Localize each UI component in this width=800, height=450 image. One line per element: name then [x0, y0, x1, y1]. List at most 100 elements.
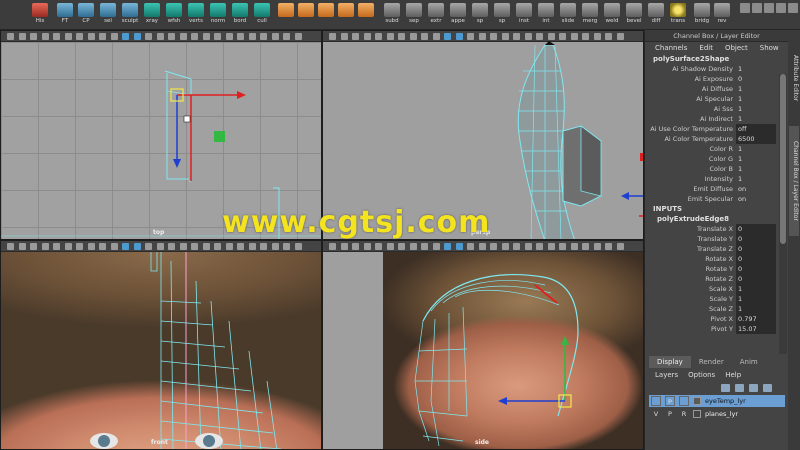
layer-toggle-r[interactable]: R: [679, 409, 689, 419]
layer-menu-help[interactable]: Help: [725, 368, 741, 382]
layer-down-icon[interactable]: [735, 384, 744, 392]
attribute-name[interactable]: Ai Use Color Temperature: [645, 124, 736, 134]
menu-show[interactable]: Show: [760, 42, 779, 54]
attribute-name[interactable]: Ai Shadow Density: [645, 64, 736, 74]
attribute-value[interactable]: 1: [736, 174, 776, 184]
attribute-name[interactable]: Ai Exposure: [645, 74, 736, 84]
layer-menu-options[interactable]: Options: [688, 368, 715, 382]
shelf-button-9[interactable]: bord: [230, 2, 250, 28]
attribute-value[interactable]: 0: [736, 264, 776, 274]
shelf-button-6[interactable]: wfsh: [164, 2, 184, 28]
attribute-value[interactable]: 0: [736, 74, 776, 84]
attribute-name[interactable]: Rotate X: [645, 254, 736, 264]
layer-name[interactable]: eyeTemp_lyr: [705, 395, 746, 407]
shelf-button-4[interactable]: sculpt: [120, 2, 140, 28]
object-name[interactable]: polySurface2Shape: [645, 54, 788, 64]
shelf-button-11[interactable]: [276, 2, 296, 28]
shelf-small-icon[interactable]: [752, 3, 762, 13]
attribute-value[interactable]: 1: [736, 104, 776, 114]
attribute-value[interactable]: 1: [736, 94, 776, 104]
shelf-button-7[interactable]: verts: [186, 2, 206, 28]
attribute-name[interactable]: Scale Z: [645, 304, 736, 314]
shelf-button-13[interactable]: [316, 2, 336, 28]
attribute-name[interactable]: Color R: [645, 144, 736, 154]
shelf-button-14[interactable]: [336, 2, 356, 28]
attribute-value[interactable]: 0: [736, 254, 776, 264]
shelf-button-25[interactable]: merg: [580, 2, 600, 28]
shelf-button-29[interactable]: trans: [668, 2, 688, 28]
shelf-button-16[interactable]: subd: [382, 2, 402, 28]
shelf-button-28[interactable]: diff: [646, 2, 666, 28]
layer-name[interactable]: planes_lyr: [705, 408, 738, 420]
shelf-button-26[interactable]: weld: [602, 2, 622, 28]
attribute-value[interactable]: 6500: [736, 134, 776, 144]
shelf-button-24[interactable]: slide: [558, 2, 578, 28]
attribute-value[interactable]: 1: [736, 154, 776, 164]
layer-toggle-p[interactable]: P: [665, 396, 675, 406]
shelf-small-icon[interactable]: [764, 3, 774, 13]
tab-attribute-editor[interactable]: Attribute Editor: [789, 38, 799, 118]
shelf-button-17[interactable]: sep: [404, 2, 424, 28]
shelf-button-0[interactable]: His: [30, 2, 50, 28]
shelf-button-31[interactable]: rev: [712, 2, 732, 28]
attribute-name[interactable]: Ai Sss: [645, 104, 736, 114]
layer-toggle-v[interactable]: V: [651, 409, 661, 419]
attribute-name[interactable]: Pivot X: [645, 314, 736, 324]
viewport-front[interactable]: front: [0, 240, 322, 450]
attribute-name[interactable]: Emit Specular: [645, 194, 736, 204]
shelf-button-2[interactable]: CP: [76, 2, 96, 28]
attribute-value[interactable]: 0.797: [736, 314, 776, 324]
attribute-value[interactable]: on: [736, 194, 776, 204]
shelf-button-3[interactable]: sel: [98, 2, 118, 28]
attribute-value[interactable]: 0: [736, 244, 776, 254]
shelf-button-30[interactable]: bridg: [692, 2, 712, 28]
layer-row[interactable]: PeyeTemp_lyr: [649, 395, 785, 407]
attribute-value[interactable]: 0: [736, 274, 776, 284]
attribute-value[interactable]: 1: [736, 164, 776, 174]
tab-anim[interactable]: Anim: [732, 356, 766, 368]
new-layer-icon[interactable]: [749, 384, 758, 392]
attribute-value[interactable]: 1: [736, 294, 776, 304]
shelf-button-27[interactable]: bevel: [624, 2, 644, 28]
attribute-name[interactable]: Translate Z: [645, 244, 736, 254]
attribute-name[interactable]: Ai Specular: [645, 94, 736, 104]
menu-object[interactable]: Object: [725, 42, 748, 54]
attribute-value[interactable]: 1: [736, 284, 776, 294]
menu-edit[interactable]: Edit: [699, 42, 713, 54]
shelf-button-23[interactable]: int: [536, 2, 556, 28]
shelf-button-8[interactable]: norm: [208, 2, 228, 28]
tab-display[interactable]: Display: [649, 356, 691, 368]
attribute-name[interactable]: Rotate Y: [645, 264, 736, 274]
shelf-button-1[interactable]: FT: [55, 2, 75, 28]
attribute-value[interactable]: on: [736, 184, 776, 194]
attribute-name[interactable]: Pivot Y: [645, 324, 736, 334]
layer-toggle-v[interactable]: [651, 396, 661, 406]
new-layer-selected-icon[interactable]: [763, 384, 772, 392]
layer-up-icon[interactable]: [721, 384, 730, 392]
attribute-name[interactable]: Scale Y: [645, 294, 736, 304]
tab-channel-box[interactable]: Channel Box / Layer Editor: [789, 126, 799, 236]
attribute-value[interactable]: 0: [736, 234, 776, 244]
scrollbar-thumb[interactable]: [780, 74, 786, 244]
attribute-name[interactable]: Color B: [645, 164, 736, 174]
channel-box-scrollbar[interactable]: [779, 74, 787, 354]
layer-row[interactable]: V P Rplanes_lyr: [649, 408, 785, 420]
menu-channels[interactable]: Channels: [655, 42, 687, 54]
layer-toggle-p[interactable]: P: [665, 409, 675, 419]
attribute-value[interactable]: 15.07: [736, 324, 776, 334]
shelf-small-icon[interactable]: [776, 3, 786, 13]
attribute-value[interactable]: 0: [736, 224, 776, 234]
attribute-name[interactable]: Ai Color Temperature: [645, 134, 736, 144]
shelf-button-12[interactable]: [296, 2, 316, 28]
attribute-value[interactable]: 1: [736, 114, 776, 124]
attribute-name[interactable]: Translate X: [645, 224, 736, 234]
layer-toggle-r[interactable]: [679, 396, 689, 406]
attribute-name[interactable]: Rotate Z: [645, 274, 736, 284]
shelf-button-20[interactable]: sp: [470, 2, 490, 28]
attribute-value[interactable]: 1: [736, 144, 776, 154]
shelf-small-icon[interactable]: [740, 3, 750, 13]
layer-menu-layers[interactable]: Layers: [655, 368, 678, 382]
shelf-small-icon[interactable]: [788, 3, 798, 13]
shelf-button-21[interactable]: sp: [492, 2, 512, 28]
attribute-name[interactable]: Scale X: [645, 284, 736, 294]
